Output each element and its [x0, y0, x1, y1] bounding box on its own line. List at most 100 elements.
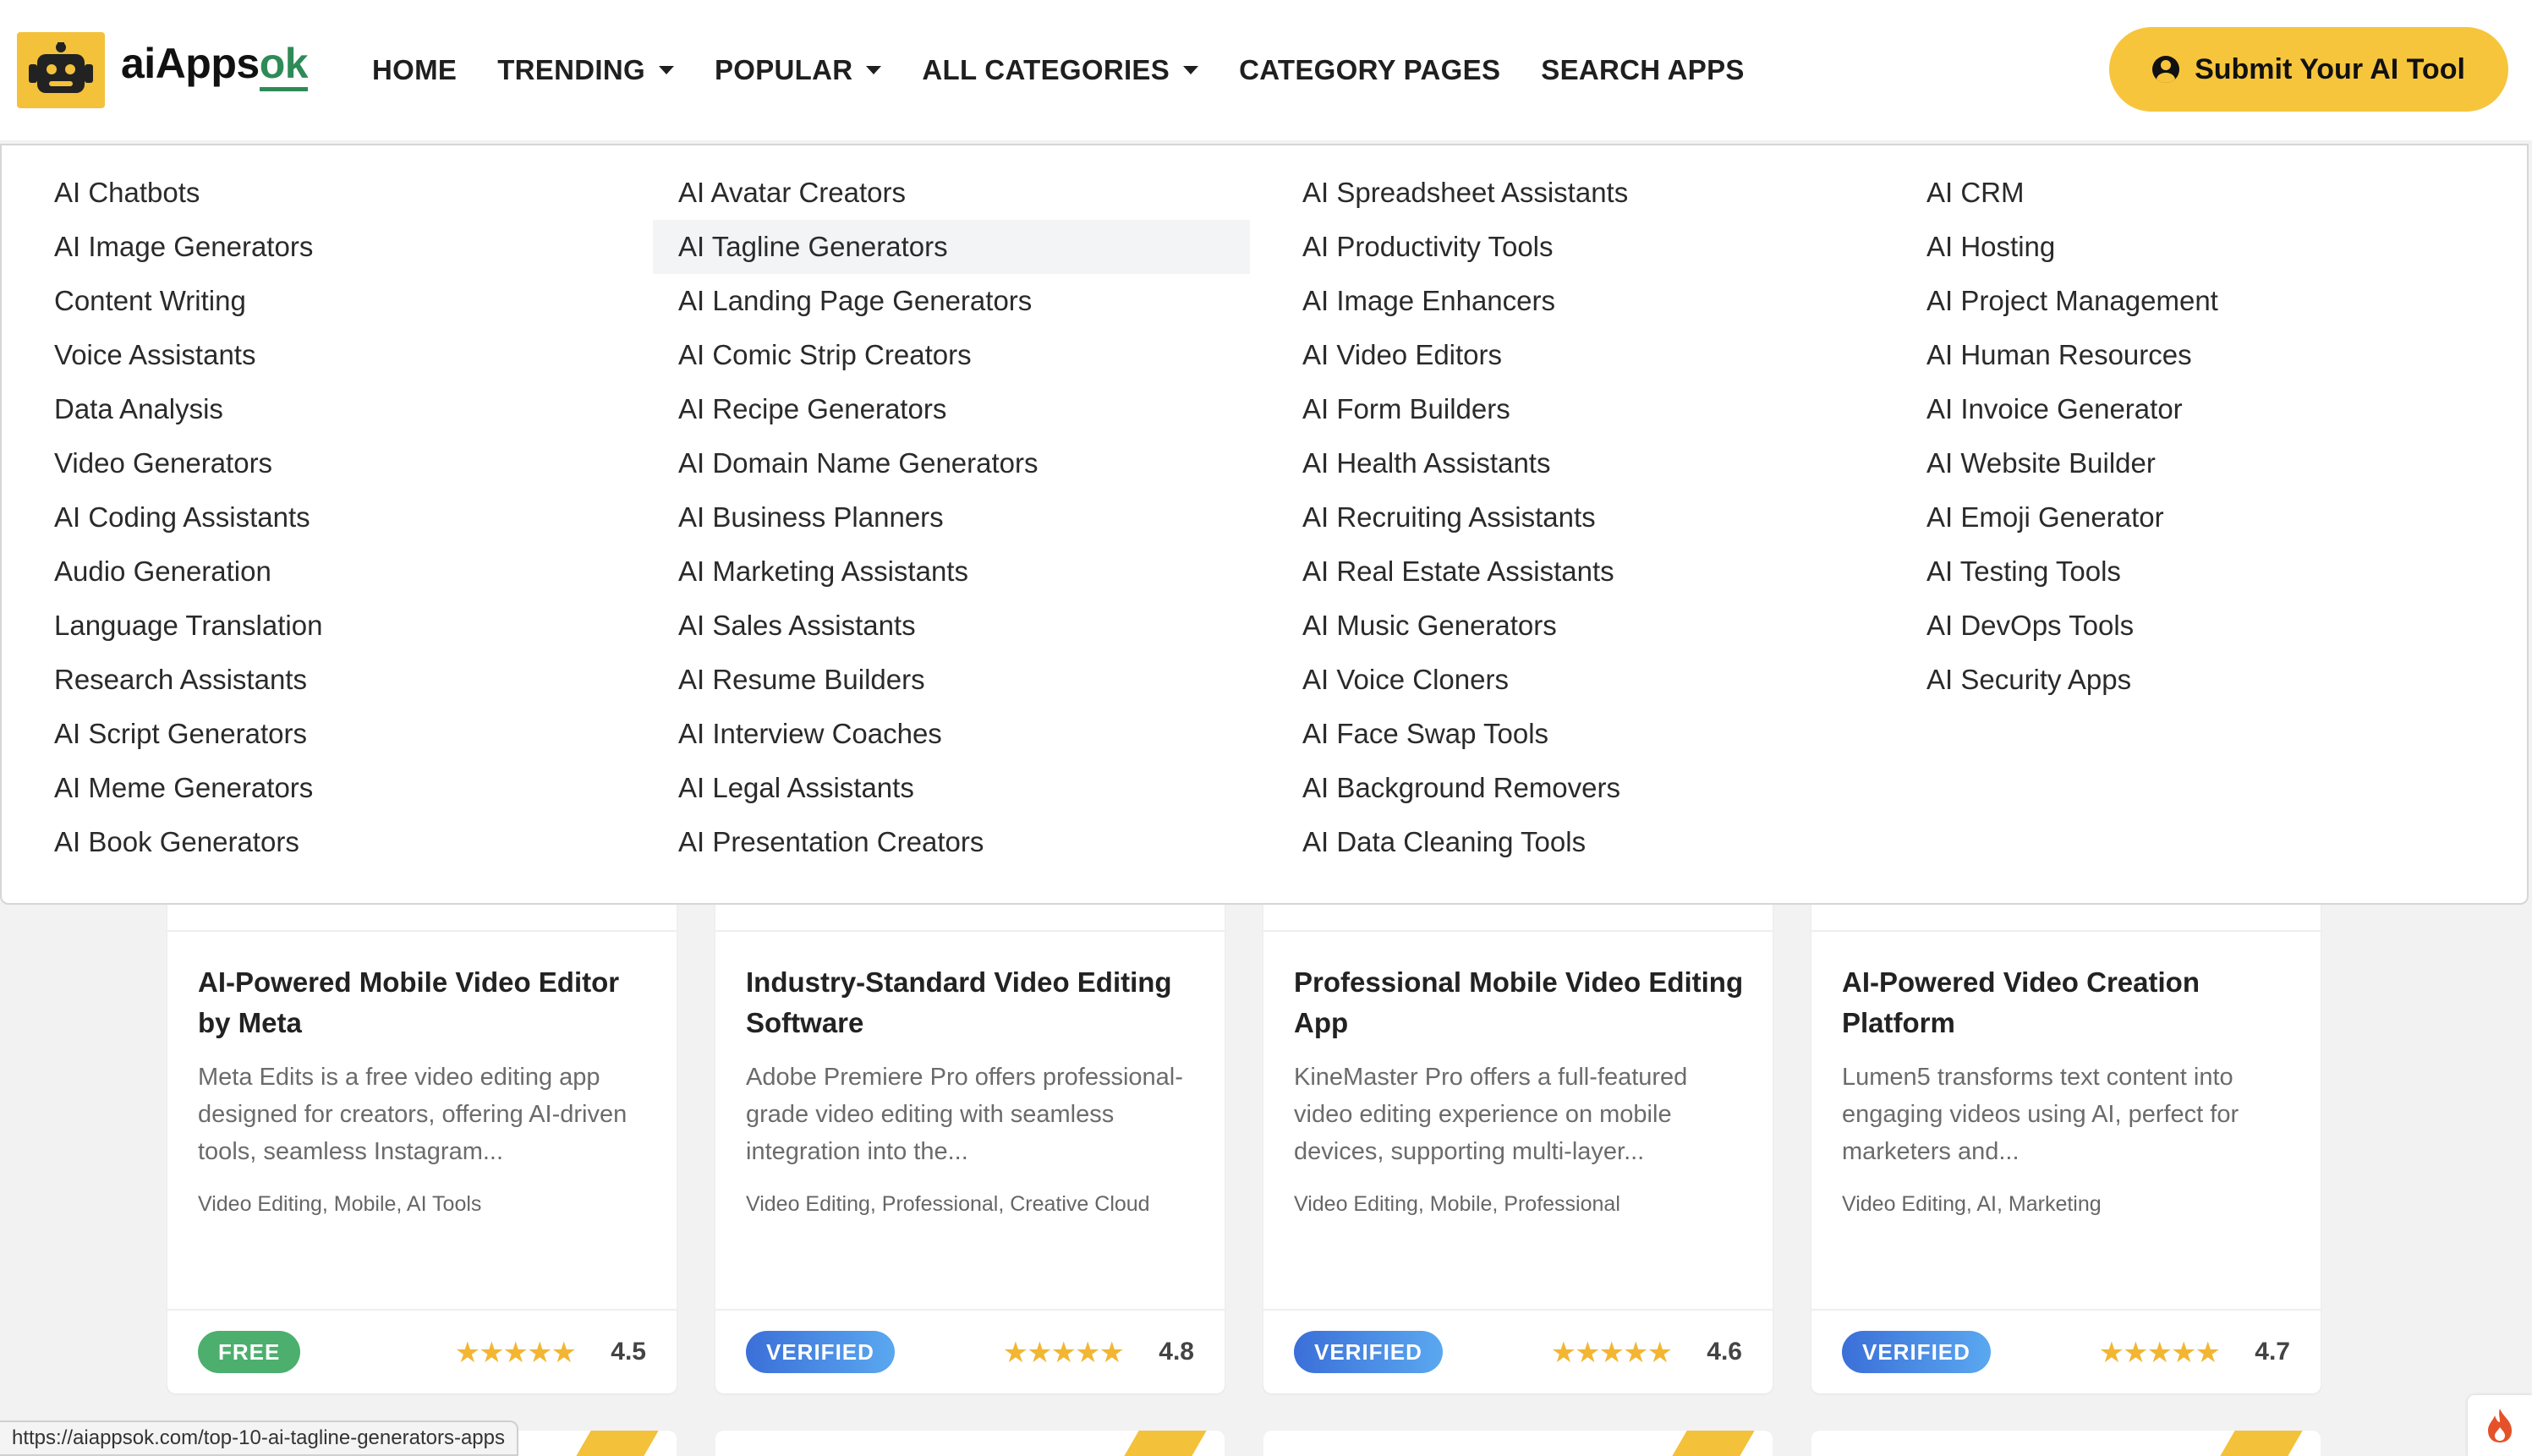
menu-column: AI Avatar Creators AI Tagline Generators A… [653, 166, 1250, 869]
menu-item[interactable]: Video Generators [29, 436, 626, 490]
menu-item[interactable]: AI Book Generators [29, 815, 626, 869]
menu-item[interactable]: AI Interview Coaches [653, 707, 1250, 761]
menu-item[interactable]: AI Project Management [1901, 274, 2498, 328]
card-title[interactable]: Professional Mobile Video Editing App [1294, 962, 1751, 1043]
menu-item[interactable]: AI Hosting [1901, 220, 2498, 274]
menu-item[interactable]: AI Background Removers [1277, 761, 1874, 815]
menu-item[interactable]: AI Image Enhancers [1277, 274, 1874, 328]
menu-item[interactable]: AI Coding Assistants [29, 490, 626, 545]
status-badge: VERIFIED [746, 1331, 895, 1373]
card-tags: Video Editing, Mobile, Professional [1294, 1192, 1620, 1216]
menu-item[interactable]: AI Resume Builders [653, 653, 1250, 707]
menu-item[interactable]: AI Real Estate Assistants [1277, 545, 1874, 599]
card-tags: Video Editing, Mobile, AI Tools [198, 1192, 482, 1216]
robot-logo-icon[interactable] [17, 32, 105, 108]
link-preview-url: https://aiappsok.com/top-10-ai-tagline-g… [0, 1420, 518, 1456]
menu-item[interactable]: AI Presentation Creators [653, 815, 1250, 869]
main-nav: HOME TRENDING POPULAR ALL CATEGORIES CAT… [372, 0, 1785, 140]
rating-value: 4.6 [1707, 1338, 1742, 1366]
menu-item[interactable]: AI Landing Page Generators [653, 274, 1250, 328]
nav-trending[interactable]: TRENDING [497, 54, 674, 86]
app-card[interactable]: AI-Powered Video Creation Platform Lumen… [1811, 846, 2321, 1393]
menu-item[interactable]: AI Testing Tools [1901, 545, 2498, 599]
menu-item[interactable]: AI Marketing Assistants [653, 545, 1250, 599]
menu-item[interactable]: AI Music Generators [1277, 599, 1874, 653]
card-divider [1811, 1309, 2321, 1311]
menu-item[interactable]: AI Meme Generators [29, 761, 626, 815]
nav-trending-label: TRENDING [497, 54, 645, 85]
app-card[interactable]: Industry-Standard Video Editing Software… [715, 846, 1225, 1393]
card-divider [167, 1309, 677, 1311]
menu-item[interactable]: Data Analysis [29, 382, 626, 436]
menu-item[interactable]: AI Script Generators [29, 707, 626, 761]
nav-popular[interactable]: POPULAR [715, 54, 882, 86]
menu-item[interactable]: AI Image Generators [29, 220, 626, 274]
menu-item[interactable]: AI Comic Strip Creators [653, 328, 1250, 382]
nav-category-pages-label: CATEGORY PAGES [1239, 54, 1501, 85]
menu-item[interactable]: AI Sales Assistants [653, 599, 1250, 653]
menu-item[interactable]: AI Legal Assistants [653, 761, 1250, 815]
menu-item[interactable]: AI Recipe Generators [653, 382, 1250, 436]
menu-item[interactable]: AI Spreadsheet Assistants [1277, 166, 1874, 220]
menu-item[interactable]: AI Chatbots [29, 166, 626, 220]
menu-item[interactable]: Audio Generation [29, 545, 626, 599]
status-badge: VERIFIED [1294, 1331, 1443, 1373]
menu-item[interactable]: AI Tagline Generators [653, 220, 1250, 274]
chevron-down-icon [866, 66, 882, 74]
nav-category-pages[interactable]: CATEGORY PAGES [1239, 54, 1500, 86]
ribbon-icon [1124, 1431, 1207, 1456]
menu-item[interactable]: Language Translation [29, 599, 626, 653]
menu-item[interactable]: AI Avatar Creators [653, 166, 1250, 220]
menu-item[interactable]: AI Health Assistants [1277, 436, 1874, 490]
app-card[interactable] [1811, 1431, 2321, 1456]
menu-item[interactable]: Research Assistants [29, 653, 626, 707]
menu-item[interactable]: Content Writing [29, 274, 626, 328]
ribbon-icon [1672, 1431, 1755, 1456]
card-title[interactable]: AI-Powered Mobile Video Editor by Meta [198, 962, 655, 1043]
brand-name[interactable]: aiAppsok [121, 39, 309, 91]
menu-item[interactable]: AI Security Apps [1901, 653, 2498, 707]
brand-name-suffix: ok [259, 40, 309, 91]
nav-all-categories[interactable]: ALL CATEGORIES [922, 54, 1199, 86]
card-tags: Video Editing, AI, Marketing [1842, 1192, 2102, 1216]
menu-item[interactable]: AI CRM [1901, 166, 2498, 220]
nav-home[interactable]: HOME [372, 54, 457, 86]
nav-search-apps-label: SEARCH APPS [1541, 54, 1745, 85]
app-card[interactable]: Professional Mobile Video Editing App Ki… [1263, 846, 1773, 1393]
ribbon-icon [2220, 1431, 2303, 1456]
menu-item[interactable]: AI Face Swap Tools [1277, 707, 1874, 761]
fire-icon[interactable] [2468, 1395, 2532, 1456]
nav-search-apps[interactable]: SEARCH APPS [1541, 54, 1744, 86]
menu-item[interactable]: AI Invoice Generator [1901, 382, 2498, 436]
card-title[interactable]: Industry-Standard Video Editing Software [746, 962, 1203, 1043]
menu-item[interactable]: AI Human Resources [1901, 328, 2498, 382]
menu-item[interactable]: AI Voice Cloners [1277, 653, 1874, 707]
menu-item[interactable]: AI Video Editors [1277, 328, 1874, 382]
menu-column: AI CRM AI Hosting AI Project Management AI … [1901, 166, 2498, 707]
menu-item[interactable]: AI Productivity Tools [1277, 220, 1874, 274]
menu-item[interactable]: AI Emoji Generator [1901, 490, 2498, 545]
app-card[interactable] [1263, 1431, 1773, 1456]
menu-item[interactable]: AI Domain Name Generators [653, 436, 1250, 490]
card-title[interactable]: AI-Powered Video Creation Platform [1842, 962, 2299, 1043]
card-divider [1263, 1309, 1773, 1311]
app-card[interactable]: AI-Powered Mobile Video Editor by Meta M… [167, 846, 677, 1393]
card-divider [167, 930, 677, 932]
user-icon [2152, 56, 2180, 83]
app-card[interactable] [715, 1431, 1225, 1456]
menu-item[interactable]: AI Form Builders [1277, 382, 1874, 436]
menu-item[interactable]: AI Recruiting Assistants [1277, 490, 1874, 545]
submit-tool-button[interactable]: Submit Your AI Tool [2109, 27, 2508, 112]
menu-item[interactable]: AI Business Planners [653, 490, 1250, 545]
menu-item[interactable]: AI Website Builder [1901, 436, 2498, 490]
menu-item[interactable]: Voice Assistants [29, 328, 626, 382]
ribbon-icon [576, 1431, 659, 1456]
menu-item[interactable]: AI DevOps Tools [1901, 599, 2498, 653]
card-divider [715, 930, 1225, 932]
star-rating-icon: ★★★★★ [1550, 1337, 1673, 1369]
card-divider [1811, 930, 2321, 932]
menu-item[interactable]: AI Data Cleaning Tools [1277, 815, 1874, 869]
card-divider [715, 1309, 1225, 1311]
rating-value: 4.5 [611, 1338, 646, 1366]
status-badge: VERIFIED [1842, 1331, 1991, 1373]
